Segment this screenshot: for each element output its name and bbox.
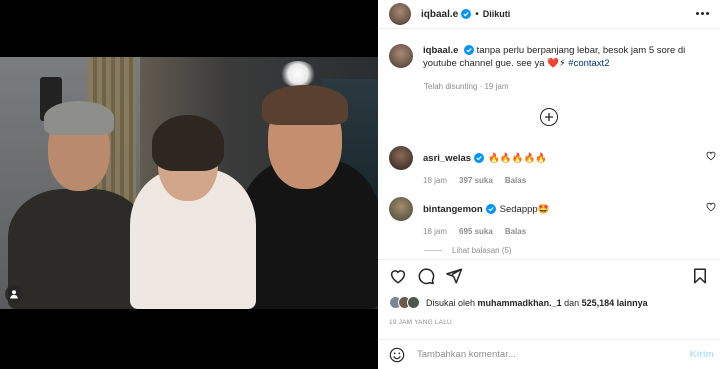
comment-avatar[interactable] <box>389 146 413 170</box>
bookmark-icon[interactable] <box>691 267 709 285</box>
post-actions <box>389 266 709 286</box>
comment-text: Sedappp🤩 <box>499 203 550 215</box>
likes-conj: dan <box>564 297 580 308</box>
comment-text: 🔥🔥🔥🔥🔥 <box>488 152 548 164</box>
likes-user[interactable]: muhammadkhan._1 <box>478 298 562 308</box>
heart-icon[interactable] <box>706 151 716 161</box>
likes-summary: Disukai oleh muhammadkhan._1 dan 525,184… <box>389 296 648 309</box>
caption-avatar[interactable] <box>389 44 413 68</box>
emoji-icon[interactable] <box>389 347 405 363</box>
photo-person-right-hair <box>262 85 348 125</box>
comment-likes[interactable]: 695 suka <box>459 227 493 236</box>
verified-icon <box>485 204 496 214</box>
caption-username[interactable]: iqbaal.e <box>423 45 458 56</box>
more-options-button[interactable] <box>694 6 710 20</box>
plus-icon <box>545 113 553 121</box>
verified-icon <box>464 45 475 56</box>
comment-avatar[interactable] <box>389 197 413 221</box>
caption-meta: Telah disunting · 19 jam <box>424 82 509 91</box>
header-divider <box>378 28 720 29</box>
likes-count[interactable]: 525,184 lainnya <box>582 298 648 308</box>
actions-divider <box>378 259 720 260</box>
caption-hashtag[interactable]: #contaxt2 <box>568 58 609 69</box>
heart-icon[interactable] <box>706 202 716 212</box>
comment-icon[interactable] <box>417 267 435 285</box>
heart-icon[interactable] <box>389 267 407 285</box>
verified-icon <box>474 153 485 163</box>
verified-icon <box>461 9 472 19</box>
author-username[interactable]: iqbaal.e <box>421 9 458 20</box>
lightning-emoji-icon: ⚡ <box>558 58 566 69</box>
more-icon <box>695 11 699 15</box>
likes-prefix: Disukai oleh <box>426 297 476 308</box>
load-more-comments-button[interactable] <box>540 108 558 126</box>
comment-input[interactable] <box>417 349 667 360</box>
post-photo[interactable] <box>0 57 378 309</box>
comment-time: 18 jam <box>423 176 448 185</box>
comment-item: asri_welas 🔥🔥🔥🔥🔥 18 jam 397 suka Balas <box>389 146 719 185</box>
comment-reply-button[interactable]: Balas <box>505 227 526 236</box>
comment-time: 18 jam <box>423 227 448 236</box>
post-timestamp[interactable]: 19 JAM YANG LALU <box>389 319 452 326</box>
replies-line <box>424 250 442 251</box>
comment-item: bintangemon Sedappp🤩 18 jam 695 suka Bal… <box>389 197 719 236</box>
add-comment-form: Kirim <box>378 340 720 369</box>
header-separator: • <box>475 8 479 20</box>
liker-avatar <box>407 296 420 309</box>
post-sidebar: iqbaal.e • Diikuti iqbaal.e tanpa perlu … <box>378 0 720 369</box>
post-caption: iqbaal.e tanpa perlu berpanjang lebar, b… <box>389 44 709 70</box>
photo-person-left <box>8 189 148 309</box>
view-replies-label: Lihat balasan (5) <box>452 246 512 255</box>
comment-username[interactable]: asri_welas <box>423 153 471 164</box>
view-replies-button[interactable]: Lihat balasan (5) <box>424 246 512 255</box>
comment-likes[interactable]: 397 suka <box>459 176 493 185</box>
photo-person-middle-hair <box>152 115 224 171</box>
caption-edited: Telah disunting <box>424 82 478 91</box>
liker-avatars[interactable] <box>389 296 420 309</box>
author-avatar[interactable] <box>389 3 411 25</box>
comment-reply-button[interactable]: Balas <box>505 176 526 185</box>
heart-emoji-icon: ❤️ <box>547 58 559 69</box>
post-comment-button[interactable]: Kirim <box>690 349 714 360</box>
caption-time: 19 jam <box>484 82 509 91</box>
post-header: iqbaal.e • Diikuti <box>378 0 720 28</box>
tagged-users-button[interactable] <box>5 285 23 303</box>
follow-button[interactable]: Diikuti <box>483 9 511 19</box>
comment-username[interactable]: bintangemon <box>423 204 483 215</box>
user-icon <box>10 290 18 299</box>
post-media <box>0 0 378 369</box>
share-icon[interactable] <box>445 267 463 285</box>
photo-lamp <box>280 61 316 87</box>
photo-person-left-hair <box>44 101 114 135</box>
